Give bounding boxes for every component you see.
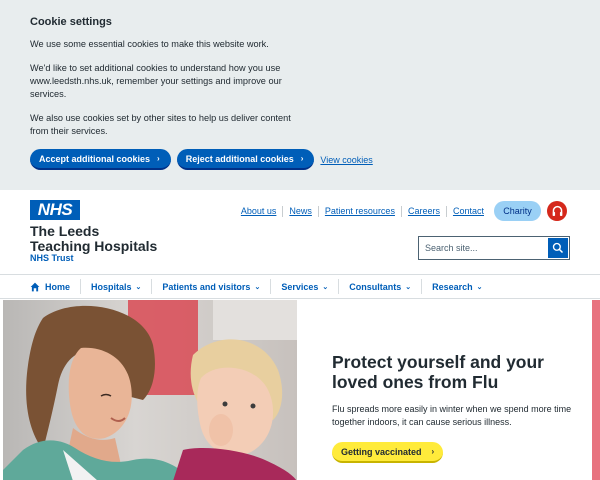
chevron-down-icon: ⌄	[254, 283, 261, 291]
accept-cookies-button[interactable]: Accept additional cookies ›	[30, 149, 171, 170]
nav-item-consultants[interactable]: Consultants ⌄	[338, 279, 421, 294]
nhs-logo[interactable]: NHS	[30, 200, 80, 220]
accessibility-headset-icon[interactable]	[547, 201, 567, 221]
cookie-button-row: Accept additional cookies › Reject addit…	[30, 149, 570, 170]
hero-section: Protect yourself and your loved ones fro…	[0, 299, 600, 480]
cookie-banner: Cookie settings We use some essential co…	[0, 0, 600, 190]
getting-vaccinated-label: Getting vaccinated	[341, 446, 422, 457]
org-name-line1[interactable]: The Leeds	[30, 223, 99, 239]
header-top-links: About us News Patient resources Careers …	[235, 206, 490, 217]
link-contact[interactable]: Contact	[445, 206, 490, 217]
search-button[interactable]	[548, 238, 568, 258]
nav-item-patients-and-visitors[interactable]: Patients and visitors ⌄	[151, 279, 270, 294]
search-input[interactable]	[419, 237, 547, 259]
charity-label: Charity	[503, 206, 532, 216]
home-icon	[30, 282, 40, 292]
chevron-right-icon: ›	[431, 447, 435, 456]
reject-cookies-label: Reject additional cookies	[185, 153, 294, 164]
cookie-para-additional: We'd like to set additional cookies to u…	[30, 63, 282, 99]
nav-item-patients-label: Patients and visitors	[162, 281, 251, 292]
hero-body: Flu spreads more easily in winter when w…	[332, 404, 572, 427]
cookie-para-third-party: We also use cookies set by other sites t…	[30, 113, 291, 136]
nav-item-services[interactable]: Services ⌄	[270, 279, 338, 294]
link-about-us[interactable]: About us	[235, 206, 283, 217]
chevron-down-icon: ⌄	[405, 283, 412, 291]
hero-image-mother-and-child	[3, 300, 297, 480]
charity-button[interactable]: Charity	[494, 201, 541, 221]
chevron-down-icon: ⌄	[135, 283, 142, 291]
link-news[interactable]: News	[282, 206, 318, 217]
nav-item-hospitals[interactable]: Hospitals ⌄	[80, 279, 151, 294]
cookie-para-essential: We use some essential cookies to make th…	[30, 39, 269, 49]
nav-item-research-label: Research	[432, 281, 473, 292]
nav-item-services-label: Services	[281, 281, 319, 292]
view-cookies-link[interactable]: View cookies	[320, 155, 372, 165]
nhs-logo-text: NHS	[37, 200, 73, 219]
hero-heading: Protect yourself and your loved ones fro…	[332, 352, 544, 392]
nav-item-home[interactable]: Home	[30, 279, 80, 294]
nav-item-research[interactable]: Research ⌄	[421, 279, 492, 294]
org-name-line3[interactable]: NHS Trust	[30, 253, 74, 263]
nav-item-home-label: Home	[45, 281, 71, 292]
site-header: NHS The Leeds Teaching Hospitals NHS Tru…	[0, 190, 600, 274]
site-search	[418, 236, 570, 260]
nav-item-hospitals-label: Hospitals	[91, 281, 132, 292]
cookie-title: Cookie settings	[30, 16, 112, 28]
search-icon	[552, 242, 564, 254]
org-name-line2[interactable]: Teaching Hospitals	[30, 238, 157, 254]
chevron-down-icon: ⌄	[322, 283, 329, 291]
chevron-right-icon: ›	[300, 154, 304, 163]
link-patient-resources[interactable]: Patient resources	[317, 206, 401, 217]
accept-cookies-label: Accept additional cookies	[39, 153, 151, 164]
nav-item-consultants-label: Consultants	[349, 281, 402, 292]
link-careers[interactable]: Careers	[400, 206, 446, 217]
main-nav: Home Hospitals ⌄ Patients and visitors ⌄…	[0, 274, 600, 299]
getting-vaccinated-button[interactable]: Getting vaccinated ›	[332, 442, 444, 463]
chevron-down-icon: ⌄	[476, 283, 483, 291]
chevron-right-icon: ›	[157, 154, 160, 163]
hero-accent-strip	[592, 300, 600, 480]
reject-cookies-button[interactable]: Reject additional cookies ›	[176, 149, 315, 170]
